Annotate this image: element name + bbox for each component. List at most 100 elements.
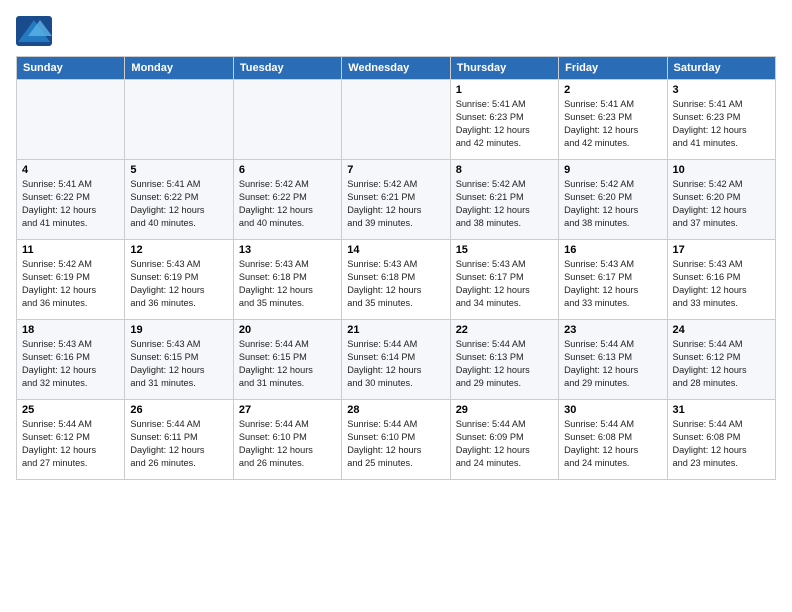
day-number: 20 (239, 324, 336, 336)
calendar-cell: 9 Sunrise: 5:42 AM Sunset: 6:20 PM Daylig… (559, 160, 667, 240)
calendar-cell: 7 Sunrise: 5:42 AM Sunset: 6:21 PM Daylig… (342, 160, 450, 240)
day-number: 17 (673, 244, 770, 256)
logo (16, 16, 56, 46)
day-number: 8 (456, 164, 553, 176)
day-number: 14 (347, 244, 444, 256)
day-number: 6 (239, 164, 336, 176)
calendar-cell: 25 Sunrise: 5:44 AM Sunset: 6:12 PM Dayli… (17, 400, 125, 480)
day-number: 26 (130, 404, 227, 416)
day-number: 27 (239, 404, 336, 416)
weekday-header-monday: Monday (125, 57, 233, 80)
calendar-cell: 8 Sunrise: 5:42 AM Sunset: 6:21 PM Daylig… (450, 160, 558, 240)
day-number: 5 (130, 164, 227, 176)
day-number: 23 (564, 324, 661, 336)
weekday-header-thursday: Thursday (450, 57, 558, 80)
logo-icon (16, 16, 52, 46)
day-number: 30 (564, 404, 661, 416)
calendar-cell (233, 80, 341, 160)
day-number: 19 (130, 324, 227, 336)
header (16, 16, 776, 46)
weekday-header-tuesday: Tuesday (233, 57, 341, 80)
day-info: Sunrise: 5:44 AM Sunset: 6:09 PM Dayligh… (456, 418, 553, 470)
day-number: 11 (22, 244, 119, 256)
calendar-cell: 29Sunrise: 5:44 AM Sunset: 6:09 PM Dayli… (450, 400, 558, 480)
calendar-cell: 12Sunrise: 5:43 AM Sunset: 6:19 PM Dayli… (125, 240, 233, 320)
calendar-cell: 20Sunrise: 5:44 AM Sunset: 6:15 PM Dayli… (233, 320, 341, 400)
day-number: 22 (456, 324, 553, 336)
day-info: Sunrise: 5:41 AM Sunset: 6:22 PM Dayligh… (22, 178, 119, 230)
calendar-cell: 30 Sunrise: 5:44 AM Sunset: 6:08 PM Dayli… (559, 400, 667, 480)
calendar-cell: 31 Sunrise: 5:44 AM Sunset: 6:08 PM Dayli… (667, 400, 775, 480)
day-number: 21 (347, 324, 444, 336)
day-info: Sunrise: 5:44 AM Sunset: 6:12 PM Dayligh… (22, 418, 119, 470)
day-info: Sunrise: 5:42 AM Sunset: 6:19 PM Dayligh… (22, 258, 119, 310)
day-number: 1 (456, 84, 553, 96)
day-info: Sunrise: 5:44 AM Sunset: 6:08 PM Dayligh… (564, 418, 661, 470)
calendar-cell: 1 Sunrise: 5:41 AM Sunset: 6:23 PM Daylig… (450, 80, 558, 160)
day-number: 16 (564, 244, 661, 256)
weekday-header-sunday: Sunday (17, 57, 125, 80)
day-number: 15 (456, 244, 553, 256)
day-info: Sunrise: 5:42 AM Sunset: 6:22 PM Dayligh… (239, 178, 336, 230)
day-number: 9 (564, 164, 661, 176)
calendar-cell: 22 Sunrise: 5:44 AM Sunset: 6:13 PM Dayli… (450, 320, 558, 400)
calendar-cell: 27 Sunrise: 5:44 AM Sunset: 6:10 PM Dayli… (233, 400, 341, 480)
day-info: Sunrise: 5:43 AM Sunset: 6:16 PM Dayligh… (22, 338, 119, 390)
day-info: Sunrise: 5:44 AM Sunset: 6:10 PM Dayligh… (239, 418, 336, 470)
calendar-cell: 18 Sunrise: 5:43 AM Sunset: 6:16 PM Dayli… (17, 320, 125, 400)
day-info: Sunrise: 5:41 AM Sunset: 6:22 PM Dayligh… (130, 178, 227, 230)
day-info: Sunrise: 5:43 AM Sunset: 6:18 PM Dayligh… (239, 258, 336, 310)
day-number: 3 (673, 84, 770, 96)
calendar-cell: 24 Sunrise: 5:44 AM Sunset: 6:12 PM Dayli… (667, 320, 775, 400)
weekday-header-wednesday: Wednesday (342, 57, 450, 80)
weekday-header-friday: Friday (559, 57, 667, 80)
day-info: Sunrise: 5:43 AM Sunset: 6:17 PM Dayligh… (564, 258, 661, 310)
calendar-cell: 28 Sunrise: 5:44 AM Sunset: 6:10 PM Dayli… (342, 400, 450, 480)
calendar-cell: 14Sunrise: 5:43 AM Sunset: 6:18 PM Dayli… (342, 240, 450, 320)
day-info: Sunrise: 5:43 AM Sunset: 6:16 PM Dayligh… (673, 258, 770, 310)
day-info: Sunrise: 5:44 AM Sunset: 6:12 PM Dayligh… (673, 338, 770, 390)
calendar-cell: 23 Sunrise: 5:44 AM Sunset: 6:13 PM Dayli… (559, 320, 667, 400)
day-info: Sunrise: 5:41 AM Sunset: 6:23 PM Dayligh… (564, 98, 661, 150)
weekday-header-saturday: Saturday (667, 57, 775, 80)
day-info: Sunrise: 5:43 AM Sunset: 6:15 PM Dayligh… (130, 338, 227, 390)
day-number: 18 (22, 324, 119, 336)
calendar-cell: 16 Sunrise: 5:43 AM Sunset: 6:17 PM Dayli… (559, 240, 667, 320)
calendar-cell: 17 Sunrise: 5:43 AM Sunset: 6:16 PM Dayli… (667, 240, 775, 320)
day-info: Sunrise: 5:42 AM Sunset: 6:21 PM Dayligh… (456, 178, 553, 230)
day-info: Sunrise: 5:44 AM Sunset: 6:14 PM Dayligh… (347, 338, 444, 390)
day-number: 28 (347, 404, 444, 416)
day-info: Sunrise: 5:42 AM Sunset: 6:21 PM Dayligh… (347, 178, 444, 230)
calendar-cell (125, 80, 233, 160)
calendar-cell: 21 Sunrise: 5:44 AM Sunset: 6:14 PM Dayli… (342, 320, 450, 400)
calendar-cell: 13 Sunrise: 5:43 AM Sunset: 6:18 PM Dayli… (233, 240, 341, 320)
calendar-cell: 15 Sunrise: 5:43 AM Sunset: 6:17 PM Dayli… (450, 240, 558, 320)
day-info: Sunrise: 5:41 AM Sunset: 6:23 PM Dayligh… (456, 98, 553, 150)
day-number: 4 (22, 164, 119, 176)
calendar-cell (342, 80, 450, 160)
day-info: Sunrise: 5:44 AM Sunset: 6:08 PM Dayligh… (673, 418, 770, 470)
day-info: Sunrise: 5:42 AM Sunset: 6:20 PM Dayligh… (564, 178, 661, 230)
calendar-table: SundayMondayTuesdayWednesdayThursdayFrid… (16, 56, 776, 480)
day-number: 13 (239, 244, 336, 256)
day-number: 25 (22, 404, 119, 416)
calendar-cell: 26Sunrise: 5:44 AM Sunset: 6:11 PM Dayli… (125, 400, 233, 480)
day-info: Sunrise: 5:44 AM Sunset: 6:10 PM Dayligh… (347, 418, 444, 470)
calendar-cell: 2 Sunrise: 5:41 AM Sunset: 6:23 PM Daylig… (559, 80, 667, 160)
calendar-cell: 5 Sunrise: 5:41 AM Sunset: 6:22 PM Daylig… (125, 160, 233, 240)
calendar-cell: 3Sunrise: 5:41 AM Sunset: 6:23 PM Daylig… (667, 80, 775, 160)
calendar-cell (17, 80, 125, 160)
day-number: 12 (130, 244, 227, 256)
calendar-cell: 4 Sunrise: 5:41 AM Sunset: 6:22 PM Daylig… (17, 160, 125, 240)
day-info: Sunrise: 5:44 AM Sunset: 6:13 PM Dayligh… (456, 338, 553, 390)
day-number: 2 (564, 84, 661, 96)
calendar-cell: 10 Sunrise: 5:42 AM Sunset: 6:20 PM Dayli… (667, 160, 775, 240)
day-number: 10 (673, 164, 770, 176)
day-info: Sunrise: 5:42 AM Sunset: 6:20 PM Dayligh… (673, 178, 770, 230)
day-number: 24 (673, 324, 770, 336)
day-info: Sunrise: 5:44 AM Sunset: 6:13 PM Dayligh… (564, 338, 661, 390)
calendar-cell: 19 Sunrise: 5:43 AM Sunset: 6:15 PM Dayli… (125, 320, 233, 400)
day-number: 7 (347, 164, 444, 176)
day-number: 31 (673, 404, 770, 416)
day-info: Sunrise: 5:43 AM Sunset: 6:17 PM Dayligh… (456, 258, 553, 310)
